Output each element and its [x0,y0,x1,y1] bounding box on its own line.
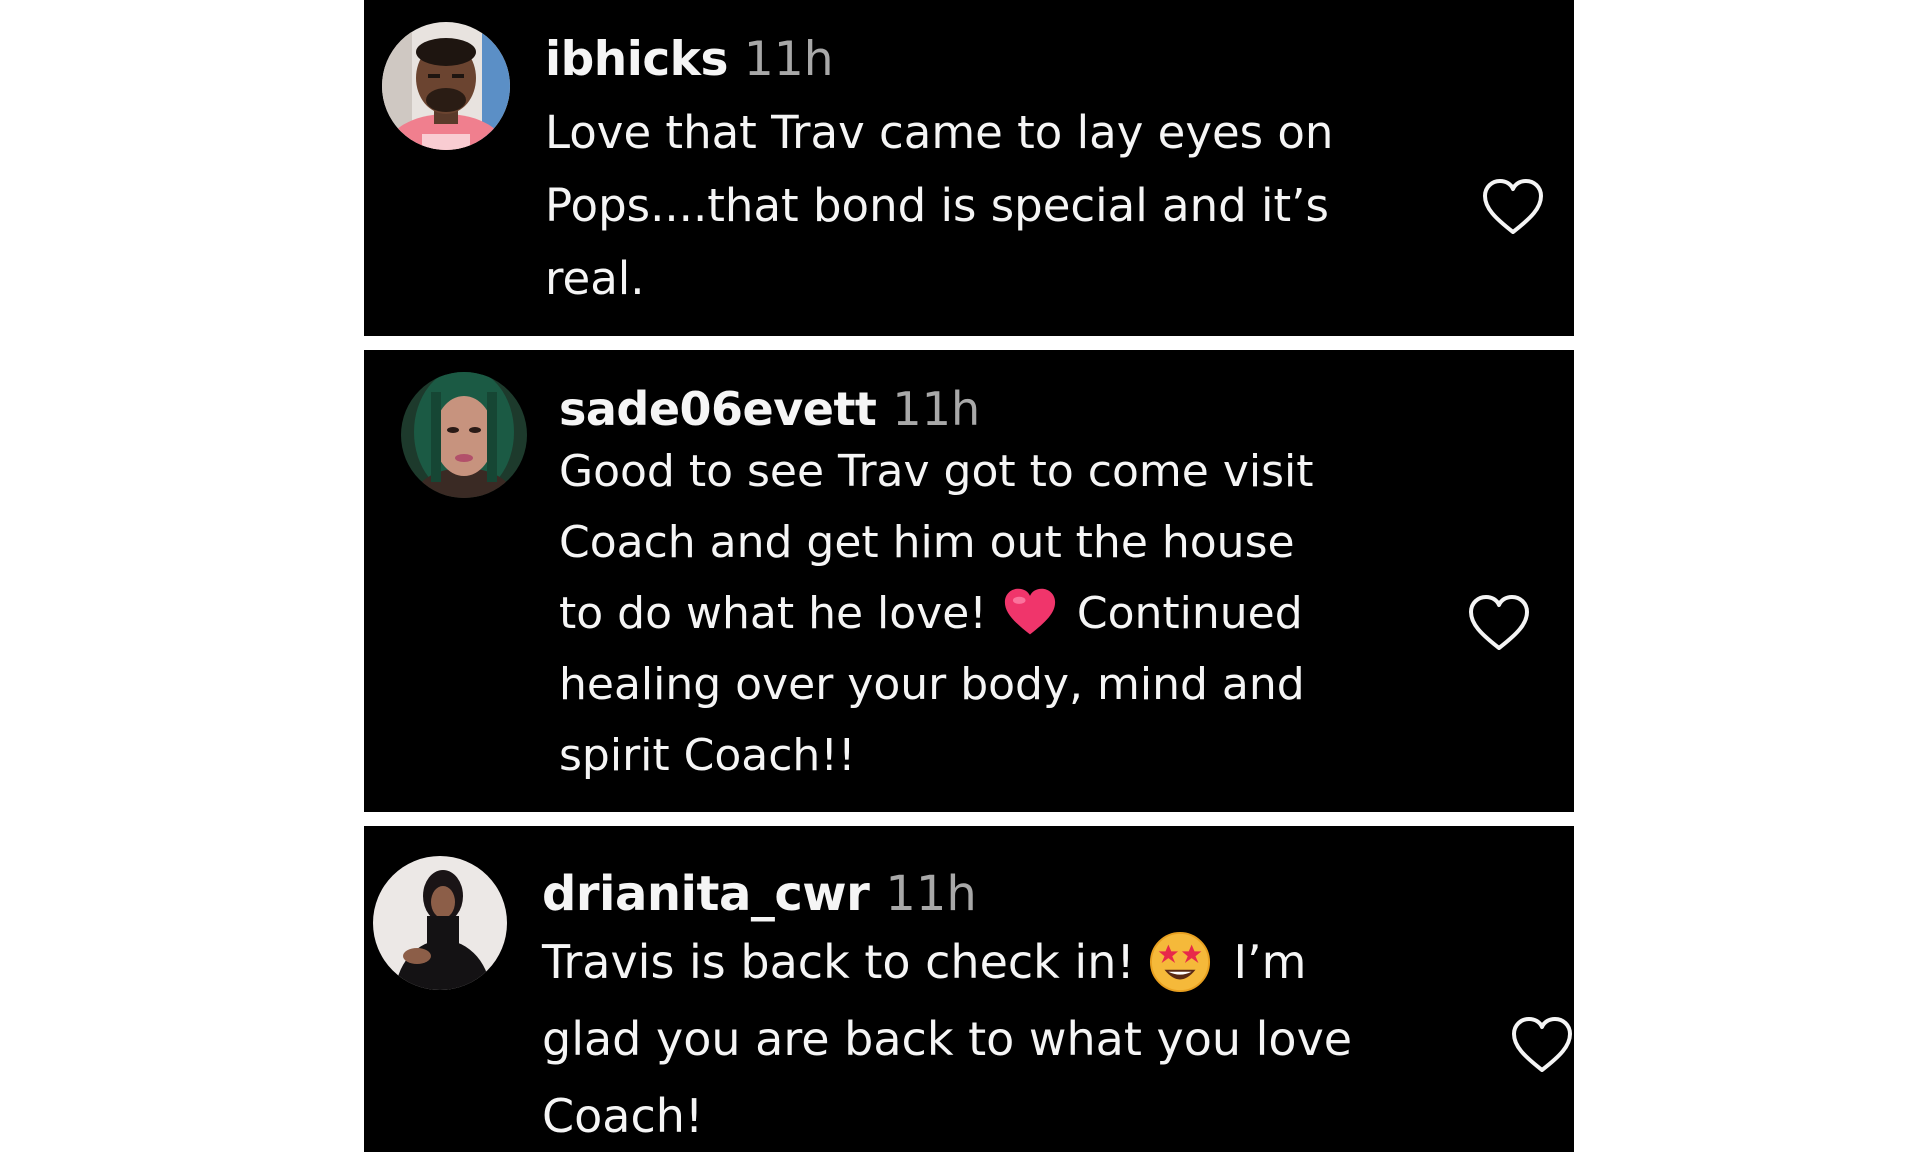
like-button[interactable] [1467,594,1531,652]
comment-text-line: Pops....that bond is special and it’s [545,179,1329,232]
heart-outline-icon [1512,1017,1572,1072]
avatar[interactable] [401,372,527,498]
heart-outline-icon [1469,595,1529,650]
comment-text-line: glad you are back to what you love [542,1012,1353,1066]
comment-text-line: Love that Trav came to lay eyes on [545,106,1334,159]
comment-text-segment: Continued [1076,588,1303,639]
heart-outline-icon [1483,179,1543,234]
comment-timestamp[interactable]: 11h [885,866,977,922]
comment-text-line: Coach! [542,1089,704,1143]
screenshot-canvas: ibhicks 11h Love that Trav came to lay ey… [0,0,1920,1152]
comment-content: sade06evett 11h Good to see Trav got to c… [559,386,1479,791]
comment-header: ibhicks 11h [545,36,1485,86]
comment-header: drianita_cwr 11h [542,870,1542,920]
comment-card-drianita-cwr: drianita_cwr 11h Travis is back to check … [364,826,1574,1152]
avatar-image-sade06evett [401,372,527,498]
comment-text-segment: I’m [1233,935,1307,989]
comment-text-line: Coach and get him out the house [559,517,1295,568]
like-button[interactable] [1510,1016,1574,1074]
comment-text-segment: Travis is back to check in! [542,935,1150,989]
comment-username[interactable]: drianita_cwr [542,866,870,922]
comment-text-line: Good to see Trav got to come visit [559,446,1314,497]
like-button[interactable] [1481,178,1545,236]
comment-timestamp[interactable]: 11h [744,32,834,87]
avatar-image-drianita-cwr [373,856,507,990]
comment-text-line: healing over your body, mind and [559,659,1305,710]
comment-text: Good to see Trav got to come visit Coach… [559,436,1479,791]
comment-header: sade06evett 11h [559,386,1479,434]
avatar-image-ibhicks [382,22,510,150]
comment-timestamp[interactable]: 11h [892,382,980,436]
comment-text-segment: to do what he love! [559,588,1001,639]
star-struck-emoji [1149,931,1211,993]
comment-username[interactable]: sade06evett [559,382,877,436]
comment-card-ibhicks: ibhicks 11h Love that Trav came to lay ey… [364,0,1574,336]
red-heart-emoji [1001,586,1059,638]
comment-text-line: to do what he love! Continued [559,578,1479,649]
comment-content: ibhicks 11h Love that Trav came to lay ey… [545,36,1485,315]
comment-text-line: Travis is back to check in! I’m [542,924,1542,1001]
comment-text-line: real. [545,252,645,305]
comment-text: Love that Trav came to lay eyes on Pops.… [545,96,1485,315]
comment-card-sade06evett: sade06evett 11h Good to see Trav got to c… [364,350,1574,812]
comment-content: drianita_cwr 11h Travis is back to check … [542,870,1542,1152]
comment-text-line: spirit Coach!! [559,730,856,781]
comment-username[interactable]: ibhicks [545,32,728,87]
comment-text: Travis is back to check in! I’m glad you… [542,924,1542,1152]
avatar[interactable] [382,22,510,150]
avatar[interactable] [373,856,507,990]
